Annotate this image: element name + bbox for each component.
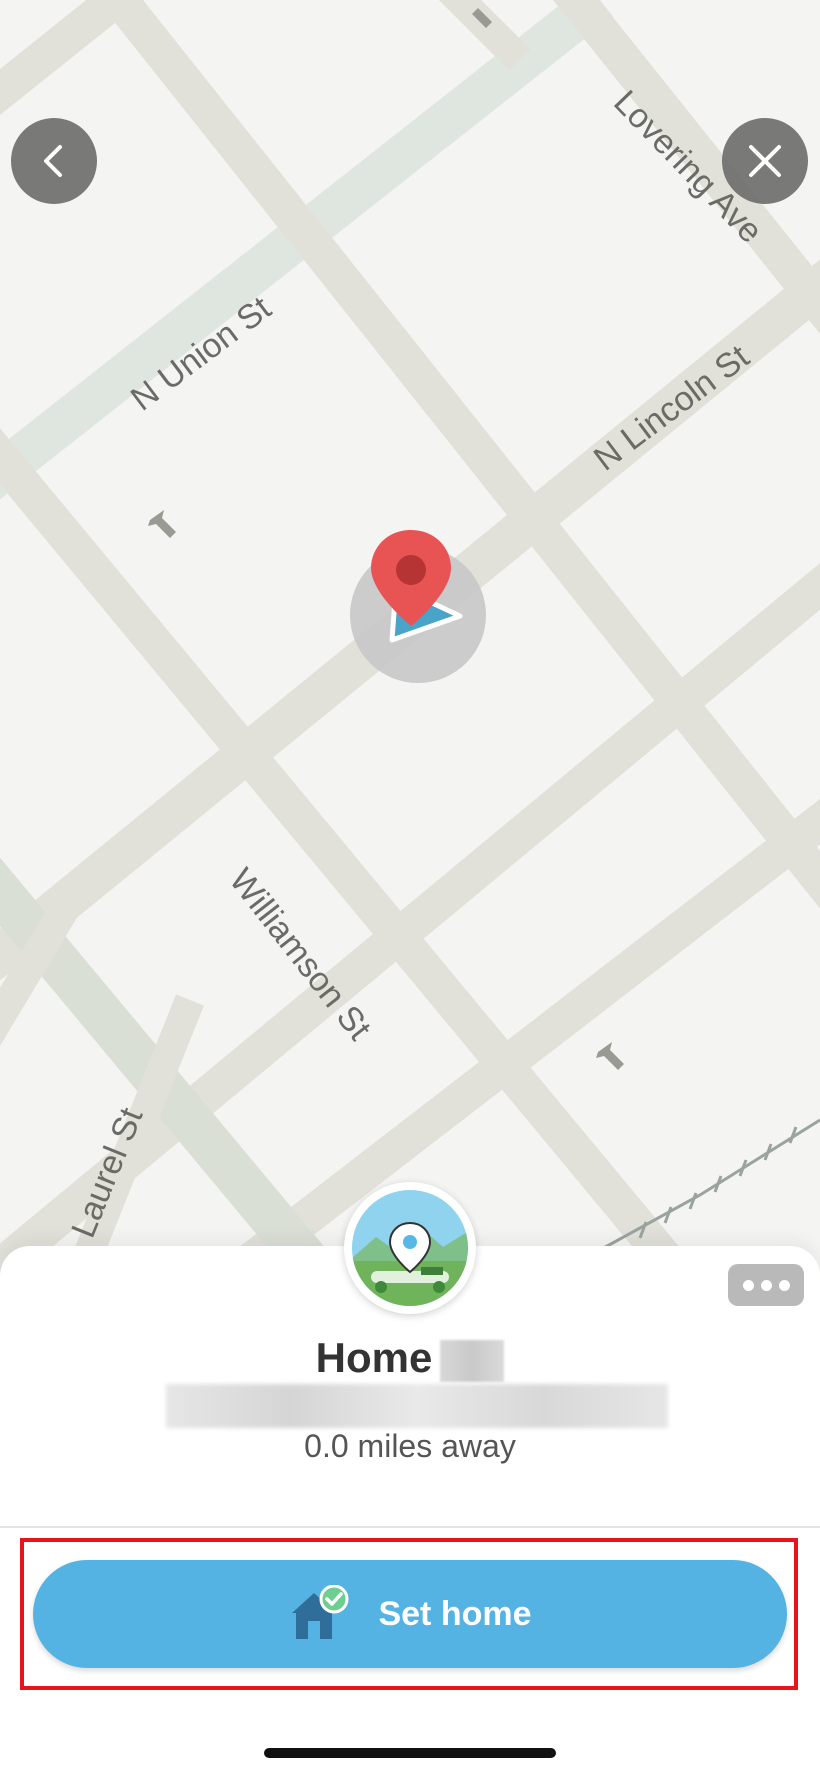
set-home-label: Set home — [378, 1594, 532, 1633]
more-options-button[interactable] — [728, 1264, 804, 1306]
divider — [0, 1526, 820, 1528]
place-title: Home — [0, 1334, 820, 1382]
set-home-button[interactable]: Set home — [33, 1560, 787, 1668]
close-button[interactable] — [722, 118, 808, 204]
place-landscape-icon — [352, 1190, 468, 1306]
map-view[interactable]: N Union St Lovering Ave N Lincoln St Wil… — [0, 0, 820, 1300]
home-indicator[interactable] — [264, 1748, 556, 1758]
close-icon — [749, 145, 781, 177]
redacted-title-suffix — [440, 1339, 505, 1382]
home-check-icon — [292, 1585, 349, 1639]
place-avatar — [344, 1182, 476, 1314]
screen: N Union St Lovering Ave N Lincoln St Wil… — [0, 0, 820, 1776]
chevron-left-icon — [44, 145, 62, 177]
back-button[interactable] — [11, 118, 97, 204]
place-distance: 0.0 miles away — [304, 1428, 516, 1464]
redacted-address — [166, 1384, 668, 1428]
place-details-sheet — [0, 1246, 820, 1776]
place-title-text: Home — [315, 1334, 433, 1381]
more-icon — [742, 1279, 754, 1291]
